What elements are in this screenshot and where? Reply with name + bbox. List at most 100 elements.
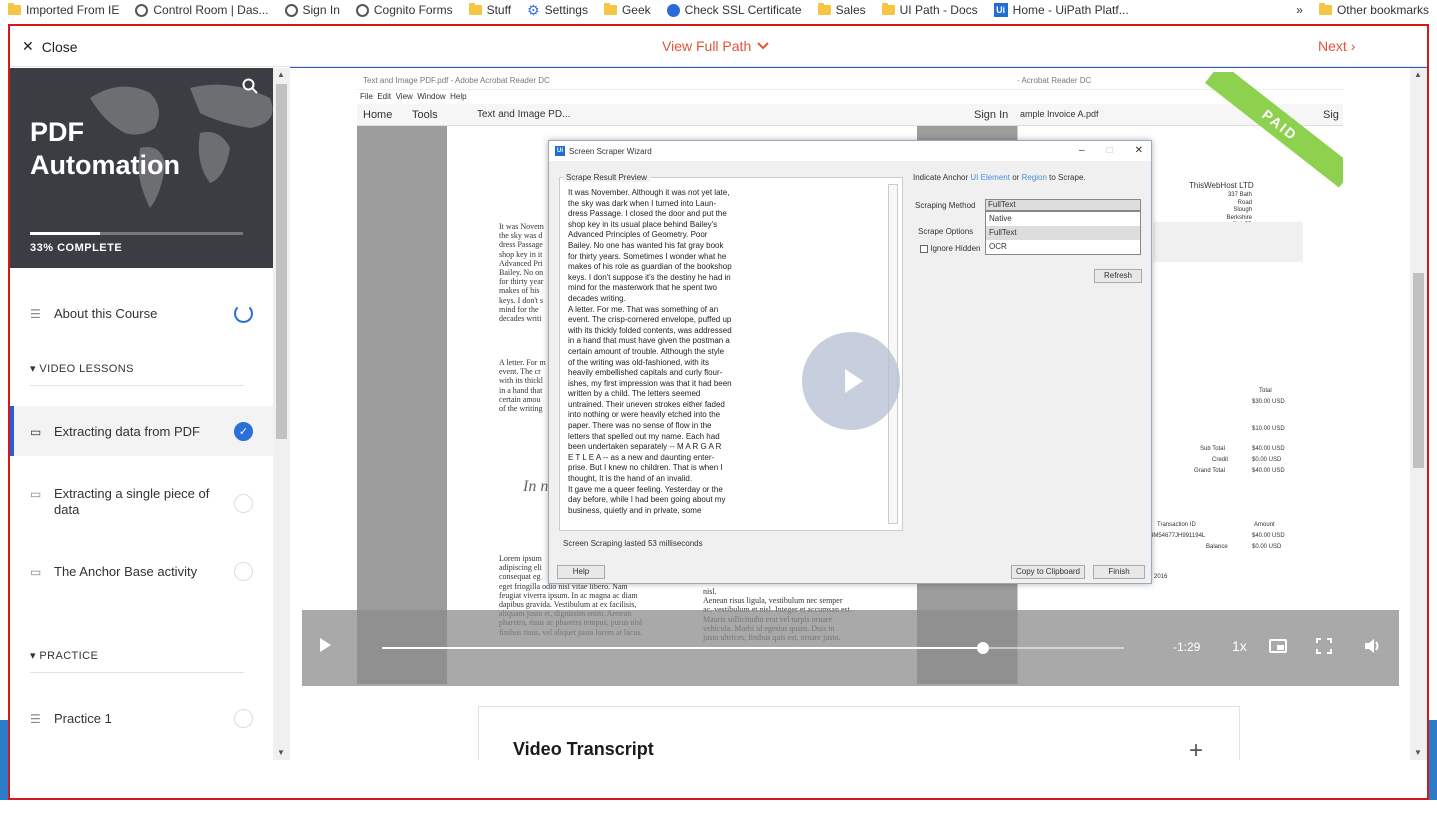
incomplete-status-icon	[234, 494, 253, 513]
sidebar-scrollbar[interactable]: ▲ ▼	[273, 68, 290, 760]
picture-in-picture-icon[interactable]	[1269, 639, 1287, 653]
lesson-main: Text and Image PDF.pdf - Adobe Acrobat R…	[290, 68, 1427, 760]
bookmark-settings[interactable]: ⚙ Settings	[519, 0, 596, 20]
main-scrollbar[interactable]: ▲ ▼	[1410, 68, 1427, 760]
incomplete-status-icon	[234, 562, 253, 581]
course-progress-fill	[30, 232, 101, 235]
big-play-button[interactable]	[802, 332, 900, 430]
expand-icon[interactable]: +	[1189, 737, 1203, 760]
scrollbar-thumb[interactable]	[276, 84, 287, 439]
sidebar-item-label: Extracting data from PDF	[54, 424, 200, 439]
wizard-link: Region	[1021, 173, 1047, 182]
minimize-icon: –	[1079, 145, 1085, 156]
bookmark-label: Stuff	[486, 3, 512, 17]
seek-bar[interactable]	[382, 642, 1124, 654]
ssl-icon	[666, 3, 680, 17]
course-progress-bar	[30, 232, 243, 235]
background-window-edge	[0, 20, 8, 720]
bookmark-sales[interactable]: Sales	[810, 0, 874, 20]
bookmark-check-ssl[interactable]: Check SSL Certificate	[659, 0, 810, 20]
invoice-text: $10.00 USD	[1252, 426, 1285, 432]
folder-icon	[468, 3, 482, 15]
course-sidebar: PDF Automation 33% COMPLETE ☰ About this…	[10, 68, 290, 760]
bookmark-label: Other bookmarks	[1336, 3, 1429, 17]
bookmark-ui-path-docs[interactable]: UI Path - Docs	[874, 0, 986, 20]
section-label: VIDEO LESSONS	[39, 363, 134, 375]
invoice-text: $0.00 USD	[1252, 544, 1282, 550]
search-icon[interactable]	[242, 78, 258, 99]
bookmarks-overflow-button[interactable]: »	[1288, 3, 1311, 17]
course-hero: PDF Automation 33% COMPLETE	[10, 68, 273, 268]
scroll-up-icon[interactable]: ▲	[1414, 70, 1422, 79]
seek-handle[interactable]	[977, 642, 990, 654]
bookmark-label: Settings	[544, 3, 588, 17]
menu-item: View	[395, 92, 413, 101]
next-button[interactable]: Next ›	[1318, 38, 1355, 54]
bookmark-label: Home - UiPath Platf...	[1012, 3, 1129, 17]
uipath-icon: Ui	[555, 146, 565, 156]
wizard-help-button: Help	[557, 565, 605, 579]
globe-icon	[284, 3, 298, 17]
video-window-tabs: Home Tools Text and Image PD... Sign In …	[357, 104, 1343, 126]
wizard-text: Scrape Options	[918, 227, 974, 236]
window-title-text: Text and Image PDF.pdf - Adobe Acrobat R…	[363, 76, 550, 85]
video-doc-text: In n	[523, 478, 549, 495]
sidebar-item-lesson-3[interactable]: ▭ The Anchor Base activity	[10, 562, 273, 581]
folder-icon	[881, 3, 895, 15]
course-progress-label: 33% COMPLETE	[30, 242, 123, 254]
bookmark-uipath-home[interactable]: Ui Home - UiPath Platf...	[986, 0, 1137, 20]
bookmark-label: Sales	[835, 3, 866, 17]
wizard-link: UI Element	[970, 173, 1010, 182]
view-full-path-button[interactable]: View Full Path	[662, 38, 769, 54]
section-header-video-lessons[interactable]: ▾ VIDEO LESSONS	[30, 362, 244, 386]
volume-icon[interactable]	[1364, 638, 1382, 657]
incomplete-status-icon	[234, 709, 253, 728]
tab-label: Tools	[412, 109, 438, 121]
bookmark-control-room[interactable]: Control Room | Das...	[127, 0, 276, 20]
section-header-practice[interactable]: ▾ PRACTICE	[30, 649, 244, 673]
tab-label: Sig	[1323, 109, 1339, 121]
close-button[interactable]: ✕ Close	[22, 38, 78, 55]
scraping-method-options: Native FullText OCR	[985, 211, 1141, 255]
loading-spinner-icon	[234, 304, 253, 323]
video-player[interactable]: Text and Image PDF.pdf - Adobe Acrobat R…	[357, 72, 1343, 684]
bookmark-cognito-forms[interactable]: Cognito Forms	[348, 0, 461, 20]
scrape-preview-label: Scrape Result Preview	[563, 173, 650, 182]
video-window-menu: File Edit View Window Help	[357, 90, 1343, 104]
bookmark-label: Sign In	[302, 3, 340, 17]
invoice-company: ThisWebHost LTD	[1189, 181, 1254, 190]
sidebar-item-lesson-1[interactable]: ▭ Extracting data from PDF ✓	[10, 406, 273, 456]
bookmark-label: Cognito Forms	[373, 3, 453, 17]
folder-icon	[1318, 3, 1332, 15]
sidebar-item-label: Extracting a single piece of data	[54, 486, 210, 517]
close-icon: ✕	[22, 38, 34, 54]
play-icon[interactable]	[320, 638, 331, 652]
video-transcript-panel[interactable]: Video Transcript +	[478, 706, 1240, 760]
bookmark-geek[interactable]: Geek	[596, 0, 659, 20]
scroll-down-icon[interactable]: ▼	[1414, 748, 1422, 757]
scrollbar-thumb[interactable]	[1413, 273, 1424, 468]
sidebar-item-lesson-2[interactable]: ▭ Extracting a single piece of data	[10, 486, 273, 518]
invoice-text: Total	[1259, 388, 1272, 394]
scroll-up-icon[interactable]: ▲	[277, 70, 285, 79]
background-taskbar-edge	[1429, 720, 1437, 800]
other-bookmarks[interactable]: Other bookmarks	[1311, 0, 1437, 20]
scroll-down-icon[interactable]: ▼	[277, 748, 285, 757]
menu-item: File	[360, 92, 373, 101]
playback-speed-button[interactable]: 1x	[1232, 638, 1247, 654]
video-icon: ▭	[30, 565, 42, 579]
bookmark-sign-in[interactable]: Sign In	[277, 0, 348, 20]
close-icon: ✕	[1134, 145, 1143, 156]
wizard-text: to Scrape.	[1049, 173, 1086, 182]
checkbox-icon	[920, 244, 928, 253]
invoice-band	[1153, 222, 1303, 262]
bookmark-label: Control Room | Das...	[153, 3, 269, 17]
fullscreen-icon[interactable]	[1316, 638, 1332, 657]
indicate-anchor-line: Indicate Anchor UI Element or Region to …	[913, 173, 1086, 182]
sidebar-item-about-course[interactable]: ☰ About this Course	[10, 304, 273, 323]
bookmark-label: UI Path - Docs	[899, 3, 978, 17]
bookmark-imported-from-ie[interactable]: Imported From IE	[0, 0, 127, 20]
bookmark-stuff[interactable]: Stuff	[461, 0, 519, 20]
folder-icon	[817, 3, 831, 15]
sidebar-item-practice-1[interactable]: ☰ Practice 1	[10, 709, 273, 728]
